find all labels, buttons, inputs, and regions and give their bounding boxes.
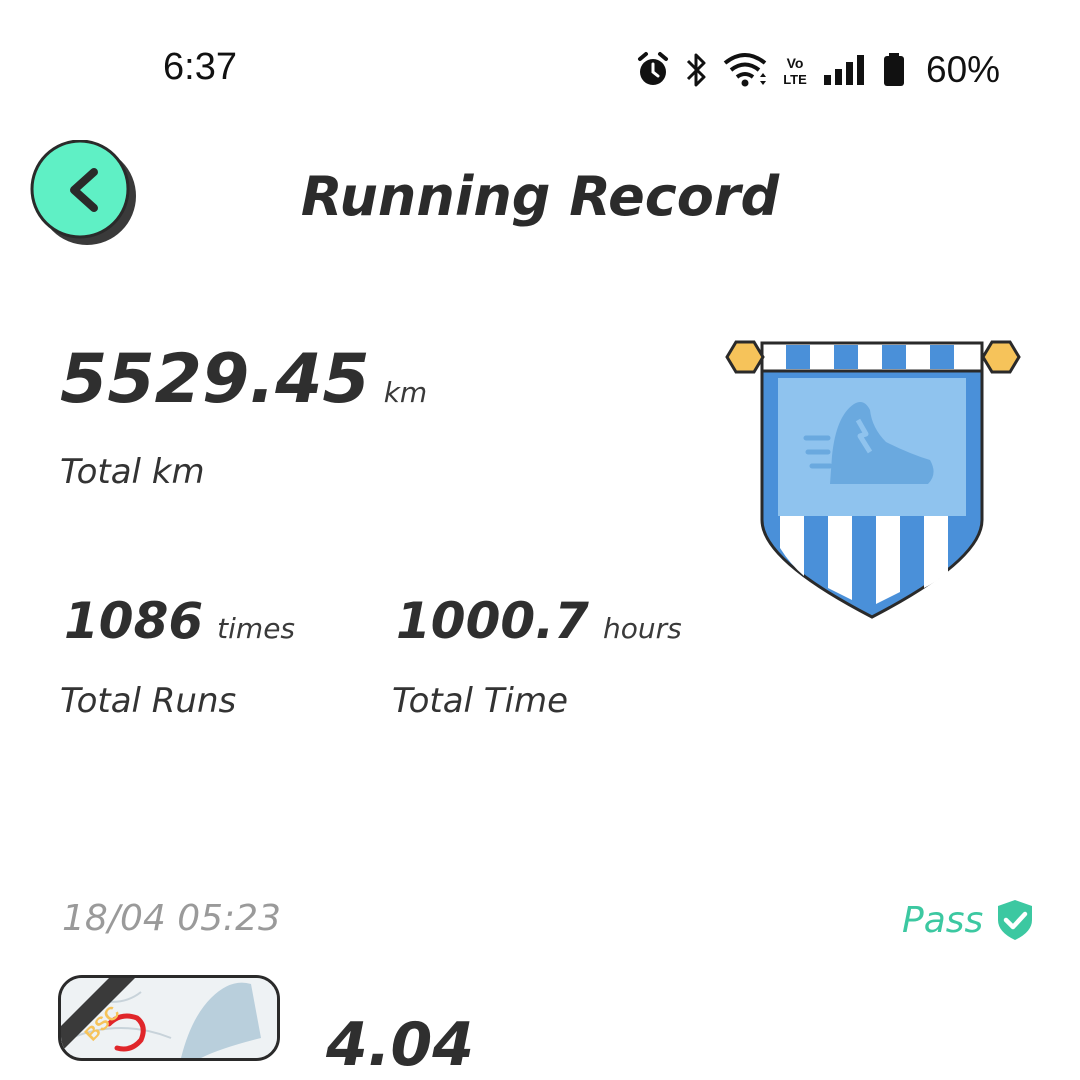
total-km-unit: km [383, 376, 428, 409]
volte-icon: Vo LTE [782, 51, 808, 89]
wifi-icon [722, 51, 768, 89]
battery-icon [882, 51, 906, 89]
total-runs-label: Total Runs [60, 681, 237, 721]
running-shoe-pennant-icon [724, 338, 1024, 622]
route-map-thumbnail[interactable]: BSC [58, 975, 280, 1061]
status-icons: Vo LTE 60% [636, 46, 1000, 94]
signal-icon [822, 51, 868, 89]
alarm-icon [636, 51, 670, 89]
bluetooth-icon [684, 51, 708, 89]
total-km-label: Total km [60, 452, 205, 492]
shield-check-icon [998, 900, 1033, 940]
total-time-stat: 1000.7 hours [396, 592, 682, 650]
page-title: Running Record [300, 165, 780, 228]
total-runs-unit: times [217, 612, 296, 645]
status-label: Pass [902, 899, 984, 941]
total-time-value: 1000.7 [396, 592, 589, 650]
total-km-value: 5529.45 [60, 340, 370, 419]
total-km-stat: 5529.45 km [60, 340, 427, 419]
total-time-unit: hours [602, 612, 682, 645]
status-time: 6:37 [163, 46, 237, 88]
total-time-label: Total Time [392, 681, 569, 721]
svg-text:LTE: LTE [783, 72, 807, 87]
total-runs-stat: 1086 times [64, 592, 295, 650]
record-date: 18/04 05:23 [62, 898, 281, 939]
total-runs-value: 1086 [64, 592, 204, 650]
battery-percent: 60% [926, 49, 1001, 90]
record-distance: 4.04 [326, 1010, 475, 1080]
svg-text:Vo: Vo [787, 55, 804, 71]
status-badge: Pass [902, 898, 1035, 942]
